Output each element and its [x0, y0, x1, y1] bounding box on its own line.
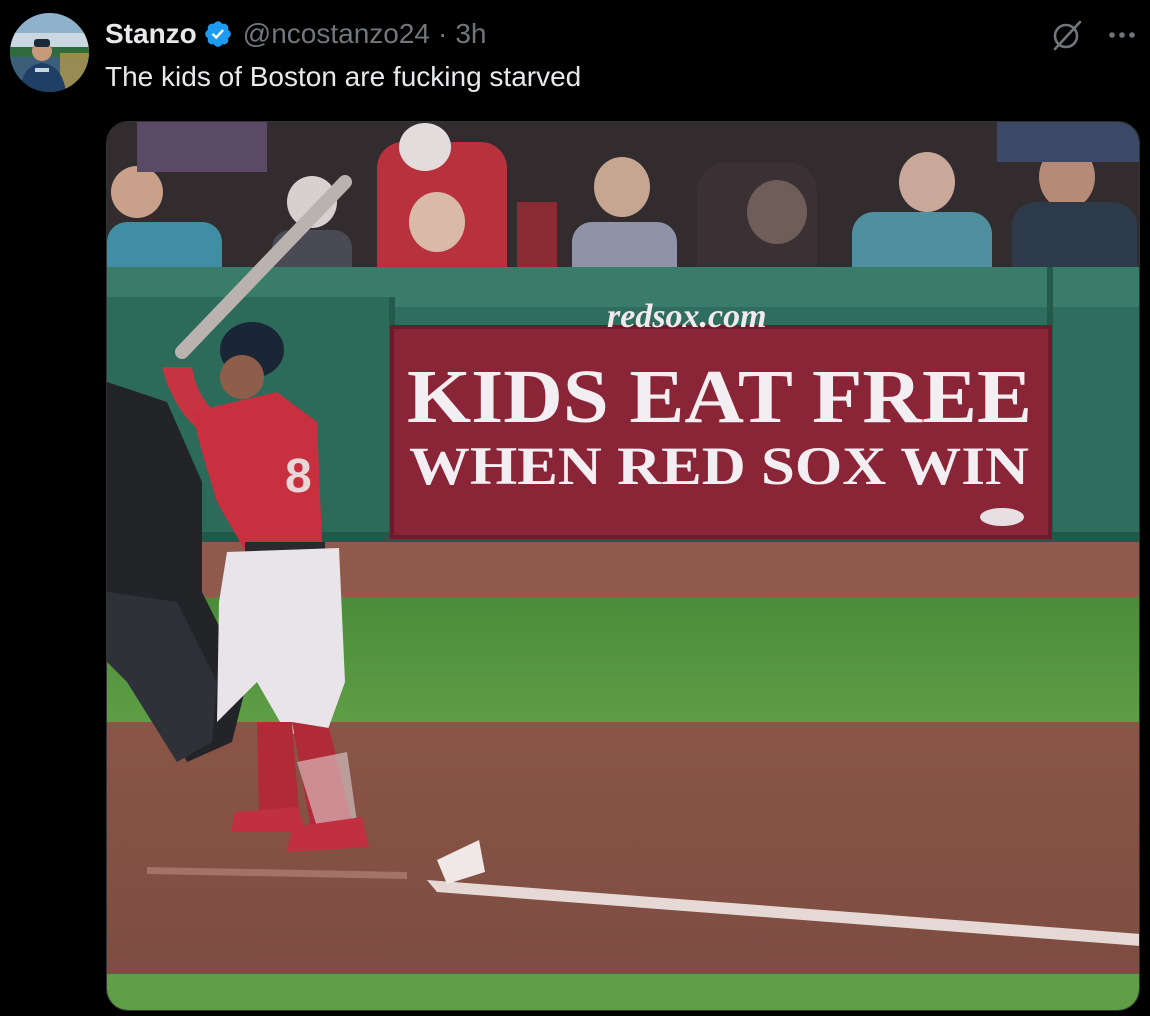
more-options-icon[interactable]: [1104, 22, 1140, 48]
display-name[interactable]: Stanzo: [105, 14, 197, 54]
user-handle[interactable]: @ncostanzo24: [243, 14, 430, 54]
tweet[interactable]: Stanzo @ncostanzo24 · 3h The kids of Bos…: [0, 0, 1150, 1016]
separator-dot: ·: [438, 18, 448, 49]
verified-badge-icon[interactable]: [203, 19, 233, 49]
ad-line-1: KIDS EAT FREE: [407, 355, 1032, 439]
jersey-number: 8: [285, 450, 312, 503]
ad-board: redsox.com KIDS EAT FREE WHEN RED SOX WI…: [390, 298, 1052, 539]
avatar[interactable]: [10, 13, 89, 92]
post-timestamp[interactable]: 3h: [455, 14, 486, 54]
ad-line-2: WHEN RED SOX WIN: [409, 436, 1029, 496]
tweet-text: The kids of Boston are fucking starved: [105, 61, 582, 92]
grok-icon[interactable]: [1050, 18, 1084, 52]
tweet-media-image[interactable]: redsox.com KIDS EAT FREE WHEN RED SOX WI…: [106, 121, 1140, 1011]
ad-url-text: redsox.com: [607, 298, 767, 335]
tweet-header: Stanzo @ncostanzo24 · 3h: [105, 14, 486, 54]
